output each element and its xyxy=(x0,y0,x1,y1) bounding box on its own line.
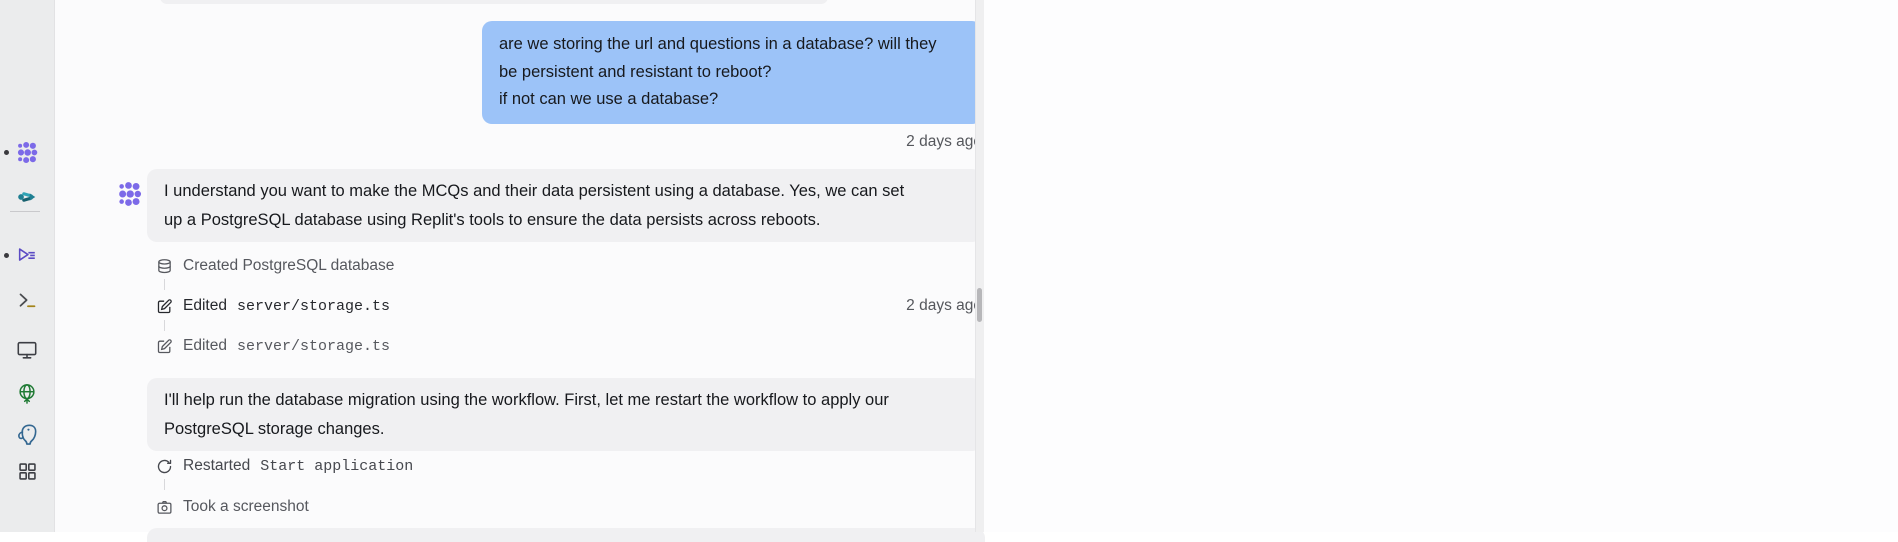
sidebar-item-console[interactable] xyxy=(11,239,43,271)
sidebar-divider xyxy=(10,211,40,212)
user-message-bubble: are we storing the url and questions in … xyxy=(482,21,982,124)
event-row-edited-file[interactable]: Edited server/storage.ts xyxy=(156,336,982,356)
grid-icon xyxy=(17,461,38,482)
event-timestamp: 2 days ago xyxy=(906,297,982,315)
globe-icon xyxy=(16,383,38,405)
sidebar-item-output[interactable] xyxy=(11,334,43,366)
chat-scrollbar-track[interactable] xyxy=(975,0,984,532)
unread-indicator-dot xyxy=(4,253,9,258)
sidebar-item-assistant[interactable] xyxy=(11,181,43,213)
event-target-workflow: Start application xyxy=(260,458,413,475)
message-timestamp: 2 days ago xyxy=(906,133,982,151)
agent-message-bubble: I'll help run the database migration usi… xyxy=(147,378,982,451)
database-icon xyxy=(156,258,173,275)
restart-icon xyxy=(156,458,173,475)
sidebar-item-webview[interactable] xyxy=(11,378,43,410)
assistant-arrow-icon xyxy=(16,186,38,208)
event-label: Created PostgreSQL database xyxy=(183,257,394,275)
monitor-icon xyxy=(16,339,38,361)
previous-message-bubble-cut xyxy=(160,0,828,4)
event-connector xyxy=(164,279,165,290)
sidebar-item-all-tools[interactable] xyxy=(11,455,43,487)
agent-avatar xyxy=(117,181,143,207)
sidebar-item-database[interactable] xyxy=(11,417,43,449)
event-target-file: server/storage.ts xyxy=(237,298,390,315)
sidebar-item-agent[interactable] xyxy=(11,136,43,168)
event-connector xyxy=(164,320,165,331)
event-row-created-database[interactable]: Created PostgreSQL database xyxy=(156,256,982,276)
event-connector xyxy=(164,479,165,490)
detail-panel: Created PostgreSQL database Created Post… xyxy=(984,0,1898,532)
timestamp-row: 2 days ago xyxy=(147,133,982,153)
event-label: Edited xyxy=(183,297,227,315)
agent-chat-panel: are we storing the url and questions in … xyxy=(55,0,975,532)
postgres-icon xyxy=(16,422,39,445)
chat-scrollbar-thumb[interactable] xyxy=(977,288,982,322)
next-message-bubble-cut xyxy=(147,528,985,542)
agent-dots-icon xyxy=(117,181,143,207)
tool-sidebar xyxy=(0,0,55,532)
camera-icon xyxy=(156,499,173,516)
agent-dots-icon xyxy=(16,141,39,164)
unread-indicator-dot xyxy=(4,150,9,155)
event-target-file: server/storage.ts xyxy=(237,338,390,355)
event-row-edited-file[interactable]: Edited server/storage.ts 2 days ago xyxy=(156,296,982,316)
console-icon xyxy=(16,244,38,266)
event-row-took-screenshot[interactable]: Took a screenshot xyxy=(156,497,982,517)
agent-message-bubble: I understand you want to make the MCQs a… xyxy=(147,169,982,242)
event-label: Took a screenshot xyxy=(183,498,309,516)
event-row-restarted-workflow[interactable]: Restarted Start application xyxy=(156,456,982,476)
edit-file-icon xyxy=(156,338,173,355)
sidebar-item-shell[interactable] xyxy=(11,284,43,316)
edit-file-icon xyxy=(156,298,173,315)
event-label: Edited xyxy=(183,337,227,355)
event-label: Restarted xyxy=(183,457,250,475)
shell-icon xyxy=(17,290,38,311)
